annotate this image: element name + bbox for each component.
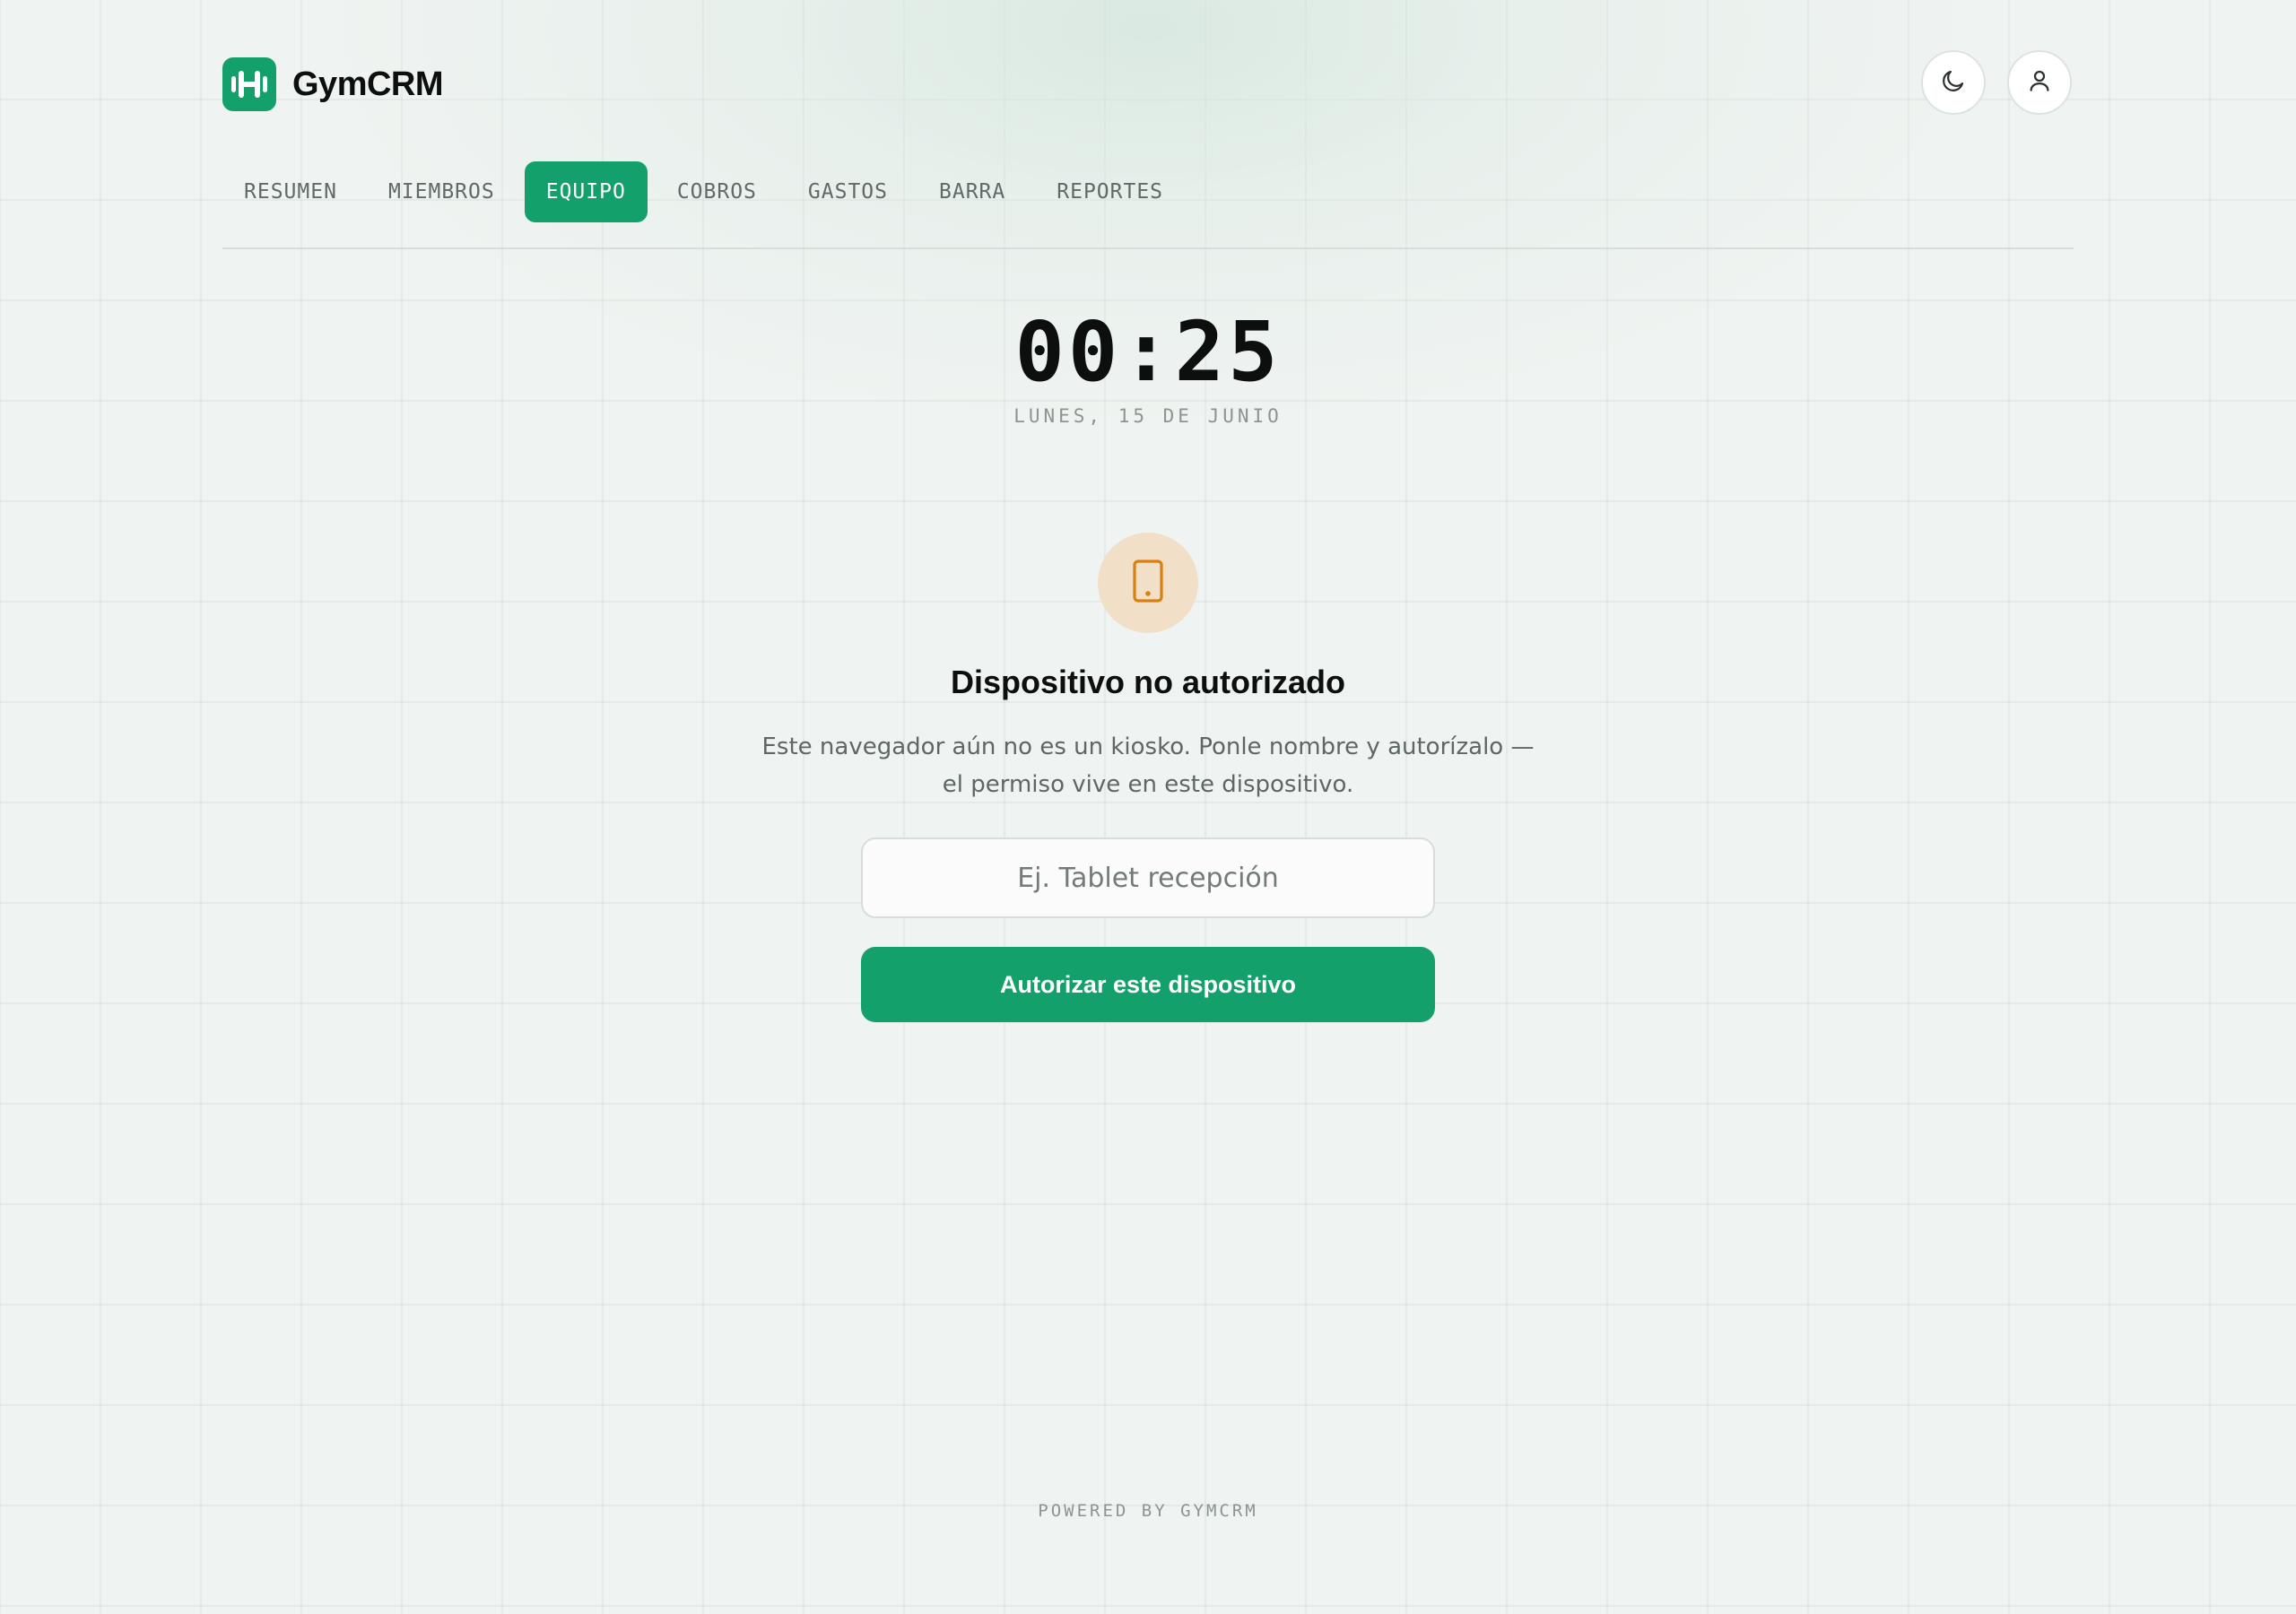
device-icon-badge [1098, 533, 1198, 633]
tab-equipo[interactable]: EQUIPO [524, 161, 648, 222]
device-description: Este navegador aún no es un kiosko. Ponl… [761, 733, 1535, 798]
theme-toggle-button[interactable] [1921, 50, 1986, 115]
clock-time: 00:25 [1014, 304, 1282, 400]
tab-miembros[interactable]: MIEMBROS [367, 161, 517, 222]
authorize-device-button[interactable]: Autorizar este dispositivo [861, 947, 1435, 1022]
brand-name: GymCRM [292, 65, 444, 103]
tablet-icon [1130, 559, 1166, 608]
nav-divider [222, 247, 2074, 249]
footer-powered-by: POWERED BY GYMCRM [1038, 1501, 1258, 1521]
device-name-input[interactable] [861, 837, 1435, 918]
tab-cobros[interactable]: COBROS [656, 161, 778, 222]
grid-background [0, 0, 2296, 1614]
tab-reportes[interactable]: REPORTES [1035, 161, 1185, 222]
clock-date: LUNES, 15 DE JUNIO [1013, 405, 1283, 427]
moon-icon [1940, 67, 1967, 99]
device-title: Dispositivo no autorizado [950, 664, 1345, 700]
main-nav: RESUMEN MIEMBROS EQUIPO COBROS GASTOS BA… [222, 161, 1185, 222]
dumbbell-logo-icon [222, 57, 276, 111]
user-menu-button[interactable] [2007, 50, 2072, 115]
tab-gastos[interactable]: GASTOS [787, 161, 909, 222]
user-icon [2026, 67, 2053, 99]
brand[interactable]: GymCRM [222, 57, 444, 111]
tab-barra[interactable]: BARRA [918, 161, 1027, 222]
tab-resumen[interactable]: RESUMEN [222, 161, 359, 222]
